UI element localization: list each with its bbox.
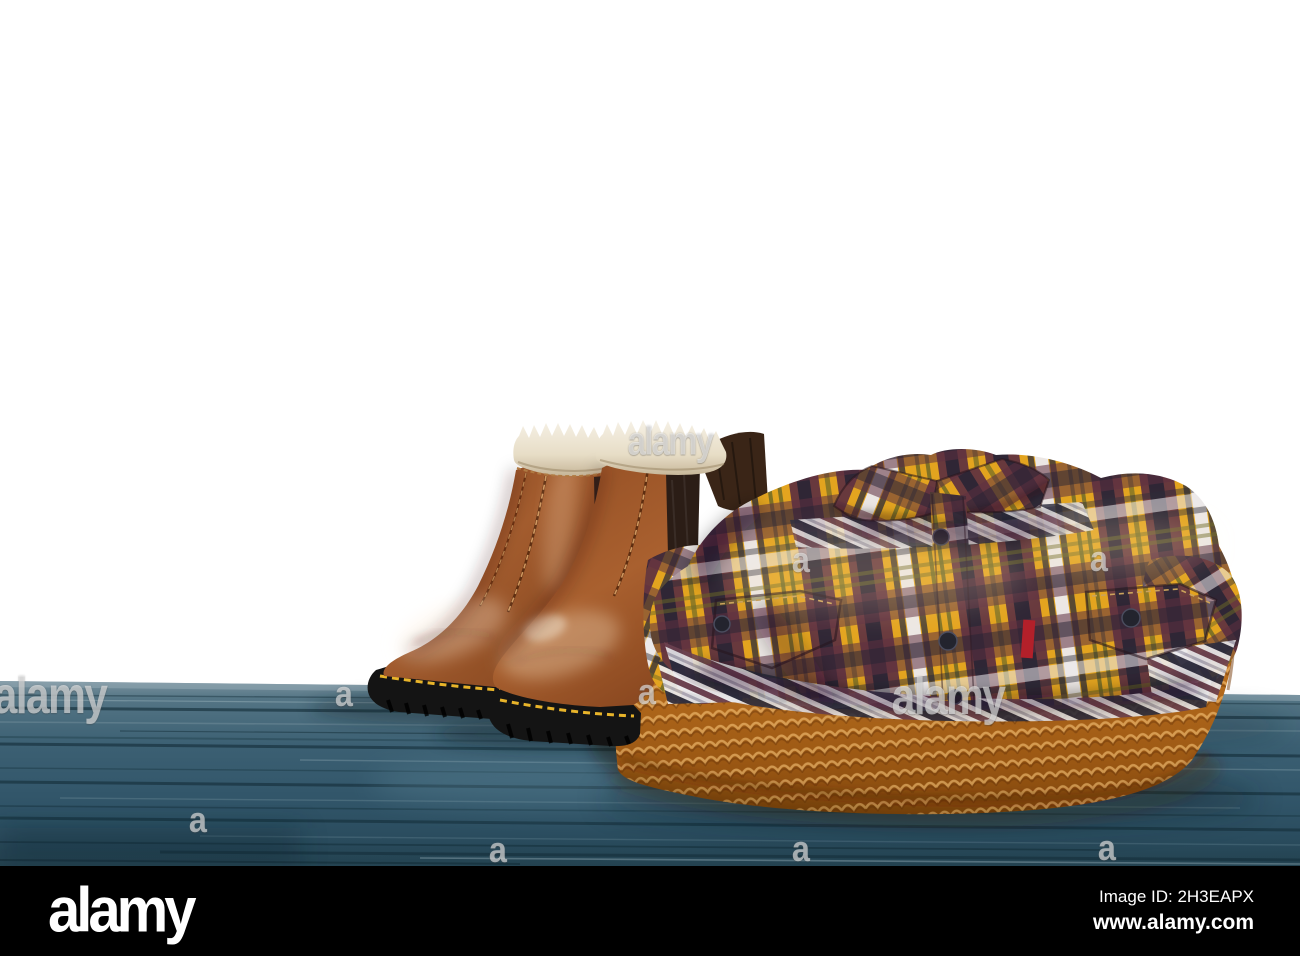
footer-meta: Image ID: 2H3EAPX www.alamy.com xyxy=(1093,886,1254,937)
stock-photo-page: alamy alamy alamy a a a a a a a a alamy … xyxy=(0,0,1300,956)
photo-area: alamy alamy alamy a a a a a a a a xyxy=(0,0,1300,870)
alamy-logo: alamy xyxy=(48,875,196,946)
website-url: www.alamy.com xyxy=(1092,911,1254,934)
footer-bar: alamy Image ID: 2H3EAPX www.alamy.com xyxy=(0,866,1300,956)
image-id: Image ID: 2H3EAPX xyxy=(1099,886,1254,906)
